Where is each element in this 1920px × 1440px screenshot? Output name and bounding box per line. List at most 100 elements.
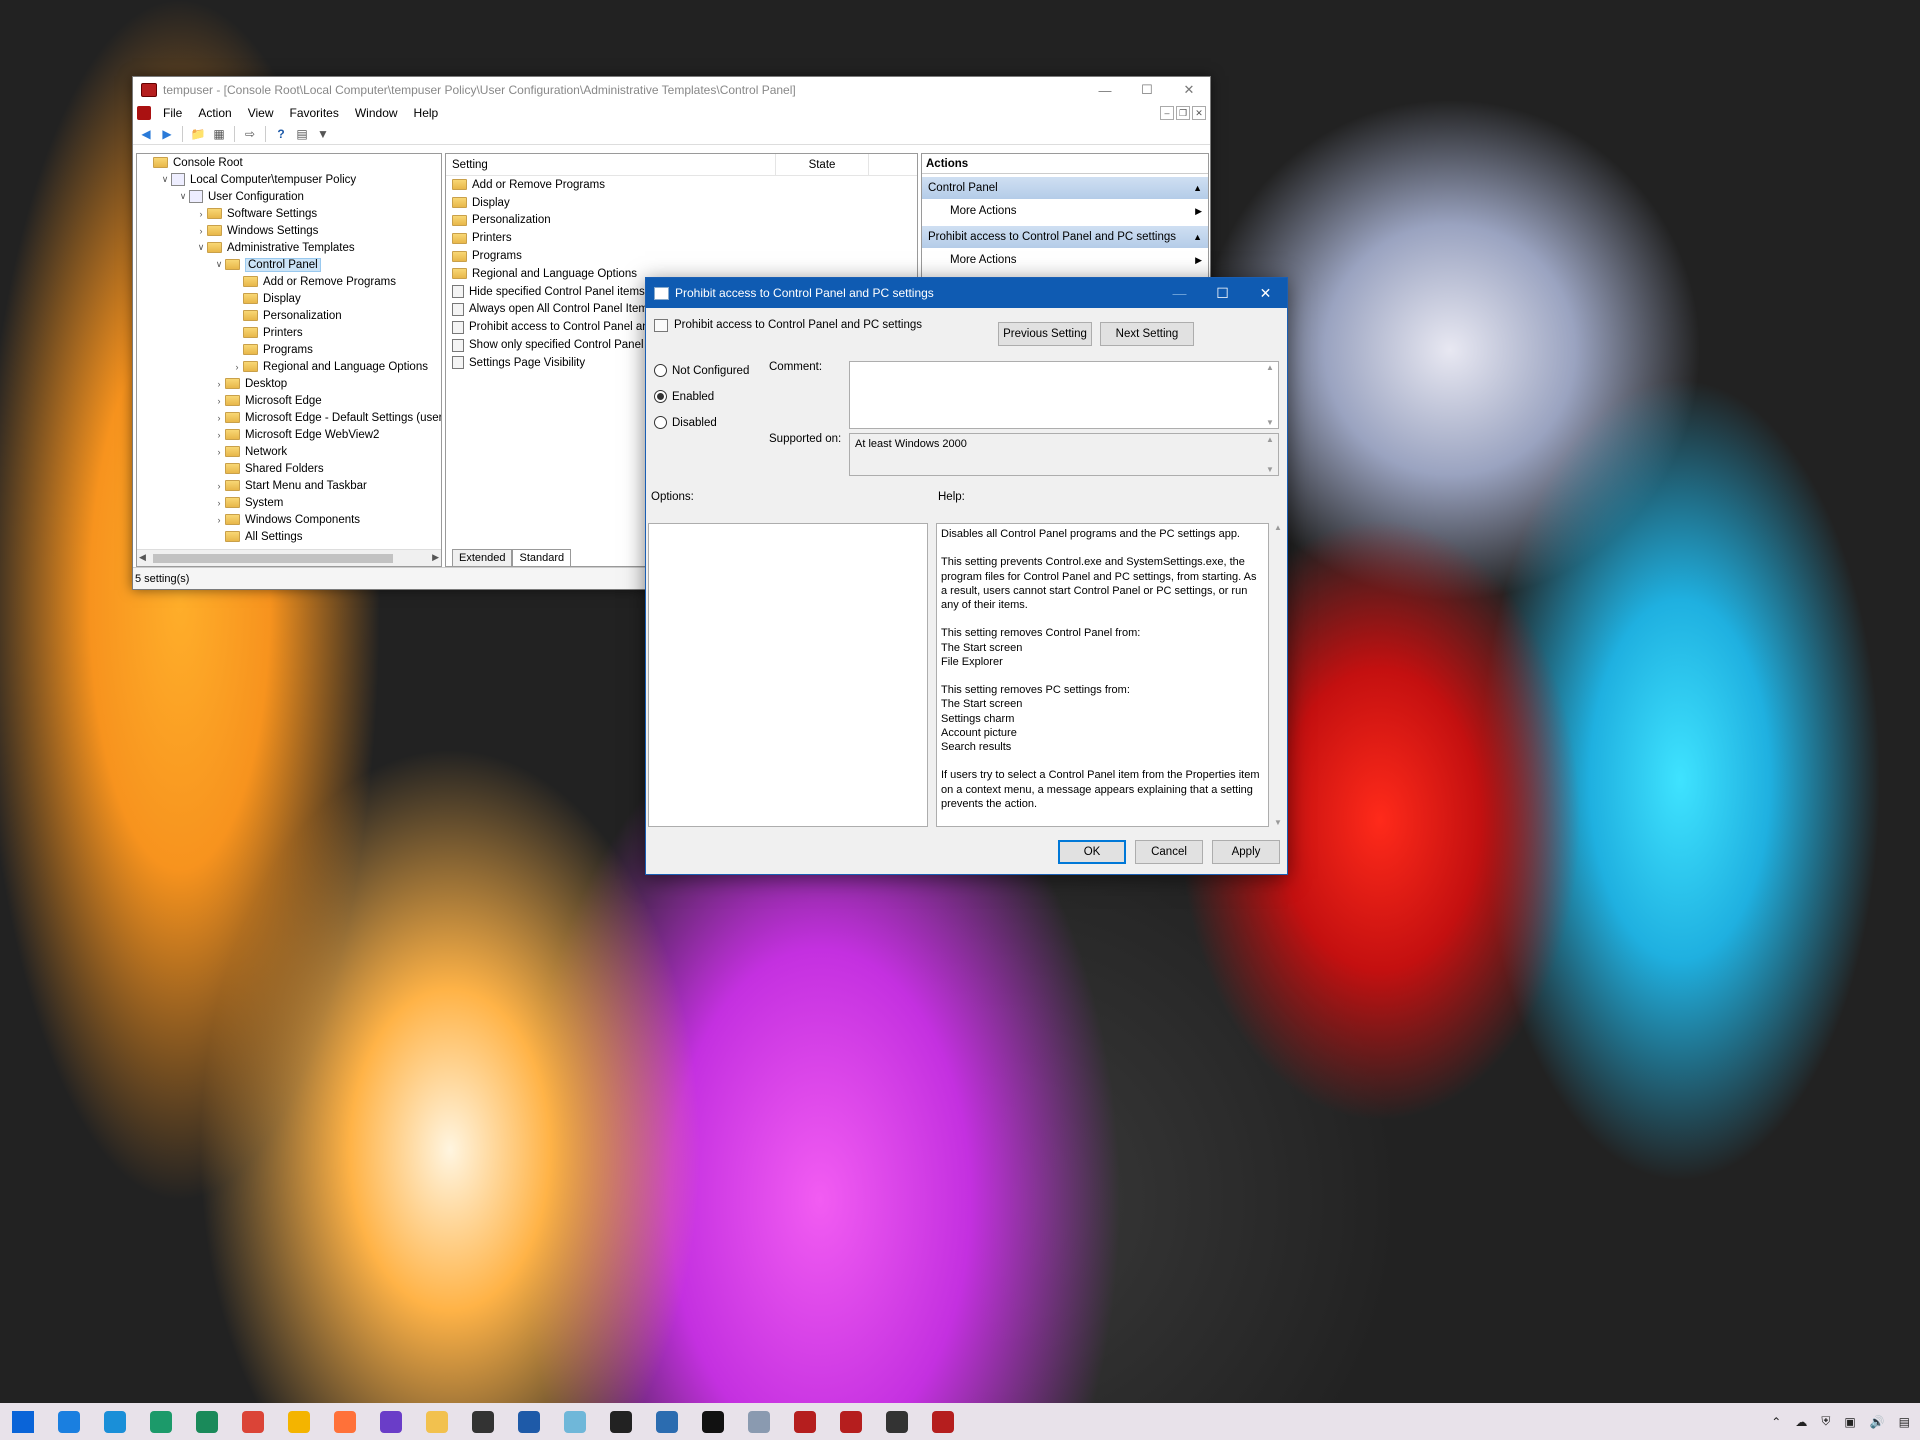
taskbar-button[interactable]: [874, 1403, 920, 1440]
close-icon[interactable]: ✕: [1244, 278, 1287, 308]
supported-scrollbar[interactable]: ▲ ▼: [1263, 435, 1277, 474]
tree-item[interactable]: › Software Settings: [137, 205, 441, 222]
tree-item[interactable]: Programs: [137, 341, 441, 358]
tree-item[interactable]: Console Root: [137, 154, 441, 171]
list-item[interactable]: Display: [446, 194, 917, 212]
list-item[interactable]: Programs: [446, 247, 917, 265]
list-item[interactable]: Printers: [446, 229, 917, 247]
comment-field[interactable]: ▲ ▼: [849, 361, 1279, 429]
scroll-down-icon[interactable]: ▼: [1274, 818, 1282, 827]
console-tree[interactable]: Console Root ∨ Local Computer\tempuser Pol…: [136, 153, 442, 567]
child-minimize-icon[interactable]: –: [1160, 106, 1174, 120]
taskbar-button[interactable]: [322, 1403, 368, 1440]
list-item[interactable]: Add or Remove Programs: [446, 176, 917, 194]
menu-favorites[interactable]: Favorites: [282, 106, 347, 120]
radio-circle[interactable]: [654, 364, 667, 377]
menu-view[interactable]: View: [240, 106, 282, 120]
action-center-icon[interactable]: ▤: [1899, 1415, 1910, 1429]
tree-item[interactable]: › Regional and Language Options: [137, 358, 441, 375]
expand-right-icon[interactable]: ›: [213, 396, 225, 406]
forward-arrow-icon[interactable]: ▶: [158, 125, 176, 143]
radio-circle-checked[interactable]: [654, 390, 667, 403]
tree-item[interactable]: › Microsoft Edge: [137, 392, 441, 409]
tree-item[interactable]: › Network: [137, 443, 441, 460]
expand-right-icon[interactable]: ›: [231, 362, 243, 372]
back-arrow-icon[interactable]: ◀: [137, 125, 155, 143]
show-hide-tree-icon[interactable]: ▦: [210, 125, 228, 143]
network-icon[interactable]: ▣: [1844, 1415, 1855, 1429]
expand-down-icon[interactable]: ∨: [177, 191, 189, 202]
help-icon[interactable]: ?: [272, 125, 290, 143]
radio-enabled[interactable]: Enabled: [654, 390, 714, 403]
column-state[interactable]: State: [776, 154, 869, 175]
expand-right-icon[interactable]: ›: [213, 447, 225, 457]
tree-item[interactable]: ∨ Local Computer\tempuser Policy: [137, 171, 441, 188]
more-actions-item[interactable]: More Actions ▶: [922, 248, 1208, 272]
taskbar-button[interactable]: [690, 1403, 736, 1440]
tree-item[interactable]: ∨ Administrative Templates: [137, 239, 441, 256]
previous-setting-button[interactable]: Previous Setting: [998, 322, 1092, 346]
expand-down-icon[interactable]: ∨: [159, 174, 171, 185]
taskbar-button[interactable]: [736, 1403, 782, 1440]
actions-section-prohibit-access[interactable]: Prohibit access to Control Panel and PC …: [922, 226, 1208, 248]
expand-down-icon[interactable]: ∨: [195, 242, 207, 253]
tab-standard[interactable]: Standard: [512, 549, 572, 566]
expand-right-icon[interactable]: ›: [195, 226, 207, 236]
list-item[interactable]: Personalization: [446, 212, 917, 230]
scroll-right-icon[interactable]: ▶: [432, 552, 439, 563]
taskbar-button[interactable]: [92, 1403, 138, 1440]
tab-extended[interactable]: Extended: [452, 549, 513, 566]
expand-right-icon[interactable]: ›: [213, 430, 225, 440]
help-text-panel[interactable]: Disables all Control Panel programs and …: [936, 523, 1269, 827]
export-list-icon[interactable]: ⇨: [241, 125, 259, 143]
comment-scrollbar[interactable]: ▲ ▼: [1263, 363, 1277, 427]
child-close-icon[interactable]: ✕: [1192, 106, 1206, 120]
taskbar-button[interactable]: [552, 1403, 598, 1440]
radio-not-configured[interactable]: Not Configured: [654, 364, 749, 377]
more-actions-item[interactable]: More Actions ▶: [922, 199, 1208, 223]
expand-right-icon[interactable]: ›: [213, 379, 225, 389]
help-scrollbar[interactable]: ▲ ▼: [1271, 523, 1285, 827]
taskbar-button[interactable]: [598, 1403, 644, 1440]
tree-item[interactable]: › Desktop: [137, 375, 441, 392]
expand-right-icon[interactable]: ›: [213, 498, 225, 508]
expand-down-icon[interactable]: ∨: [213, 259, 225, 270]
minimize-icon[interactable]: —: [1084, 77, 1126, 103]
taskbar-button[interactable]: [506, 1403, 552, 1440]
collapse-up-icon[interactable]: ▲: [1193, 183, 1202, 193]
ok-button[interactable]: OK: [1058, 840, 1126, 864]
up-folder-icon[interactable]: 📁: [189, 125, 207, 143]
tree-item[interactable]: › Windows Components: [137, 511, 441, 528]
collapse-up-icon[interactable]: ▲: [1193, 232, 1202, 242]
close-icon[interactable]: ✕: [1168, 77, 1210, 103]
expand-right-icon[interactable]: ›: [195, 209, 207, 219]
cancel-button[interactable]: Cancel: [1135, 840, 1203, 864]
taskbar-button[interactable]: [414, 1403, 460, 1440]
expand-right-icon[interactable]: ›: [213, 481, 225, 491]
volume-icon[interactable]: 🔊: [1870, 1415, 1885, 1429]
properties-icon[interactable]: ▤: [293, 125, 311, 143]
taskbar-button[interactable]: [828, 1403, 874, 1440]
maximize-icon[interactable]: ☐: [1126, 77, 1168, 103]
apply-button[interactable]: Apply: [1212, 840, 1280, 864]
tree-item[interactable]: All Settings: [137, 528, 441, 545]
security-shield-icon[interactable]: ⛨: [1821, 1414, 1830, 1429]
tree-item[interactable]: › Start Menu and Taskbar: [137, 477, 441, 494]
tree-horizontal-scrollbar[interactable]: ◀ ▶: [137, 549, 441, 566]
tree-item[interactable]: Printers: [137, 324, 441, 341]
taskbar-button[interactable]: [184, 1403, 230, 1440]
maximize-icon[interactable]: ☐: [1201, 278, 1244, 308]
tree-item[interactable]: Add or Remove Programs: [137, 273, 441, 290]
tree-item[interactable]: Shared Folders: [137, 460, 441, 477]
taskbar-button[interactable]: [644, 1403, 690, 1440]
taskbar-button[interactable]: [138, 1403, 184, 1440]
expand-right-icon[interactable]: ›: [213, 515, 225, 525]
onedrive-icon[interactable]: ☁: [1795, 1415, 1807, 1429]
chevron-up-icon[interactable]: ⌃: [1771, 1415, 1781, 1429]
taskbar-button[interactable]: [276, 1403, 322, 1440]
scroll-left-icon[interactable]: ◀: [139, 552, 146, 563]
taskbar-button[interactable]: [782, 1403, 828, 1440]
actions-section-control-panel[interactable]: Control Panel ▲: [922, 177, 1208, 199]
mmc-menu-icon[interactable]: [137, 106, 151, 120]
tree-item[interactable]: ∨ User Configuration: [137, 188, 441, 205]
